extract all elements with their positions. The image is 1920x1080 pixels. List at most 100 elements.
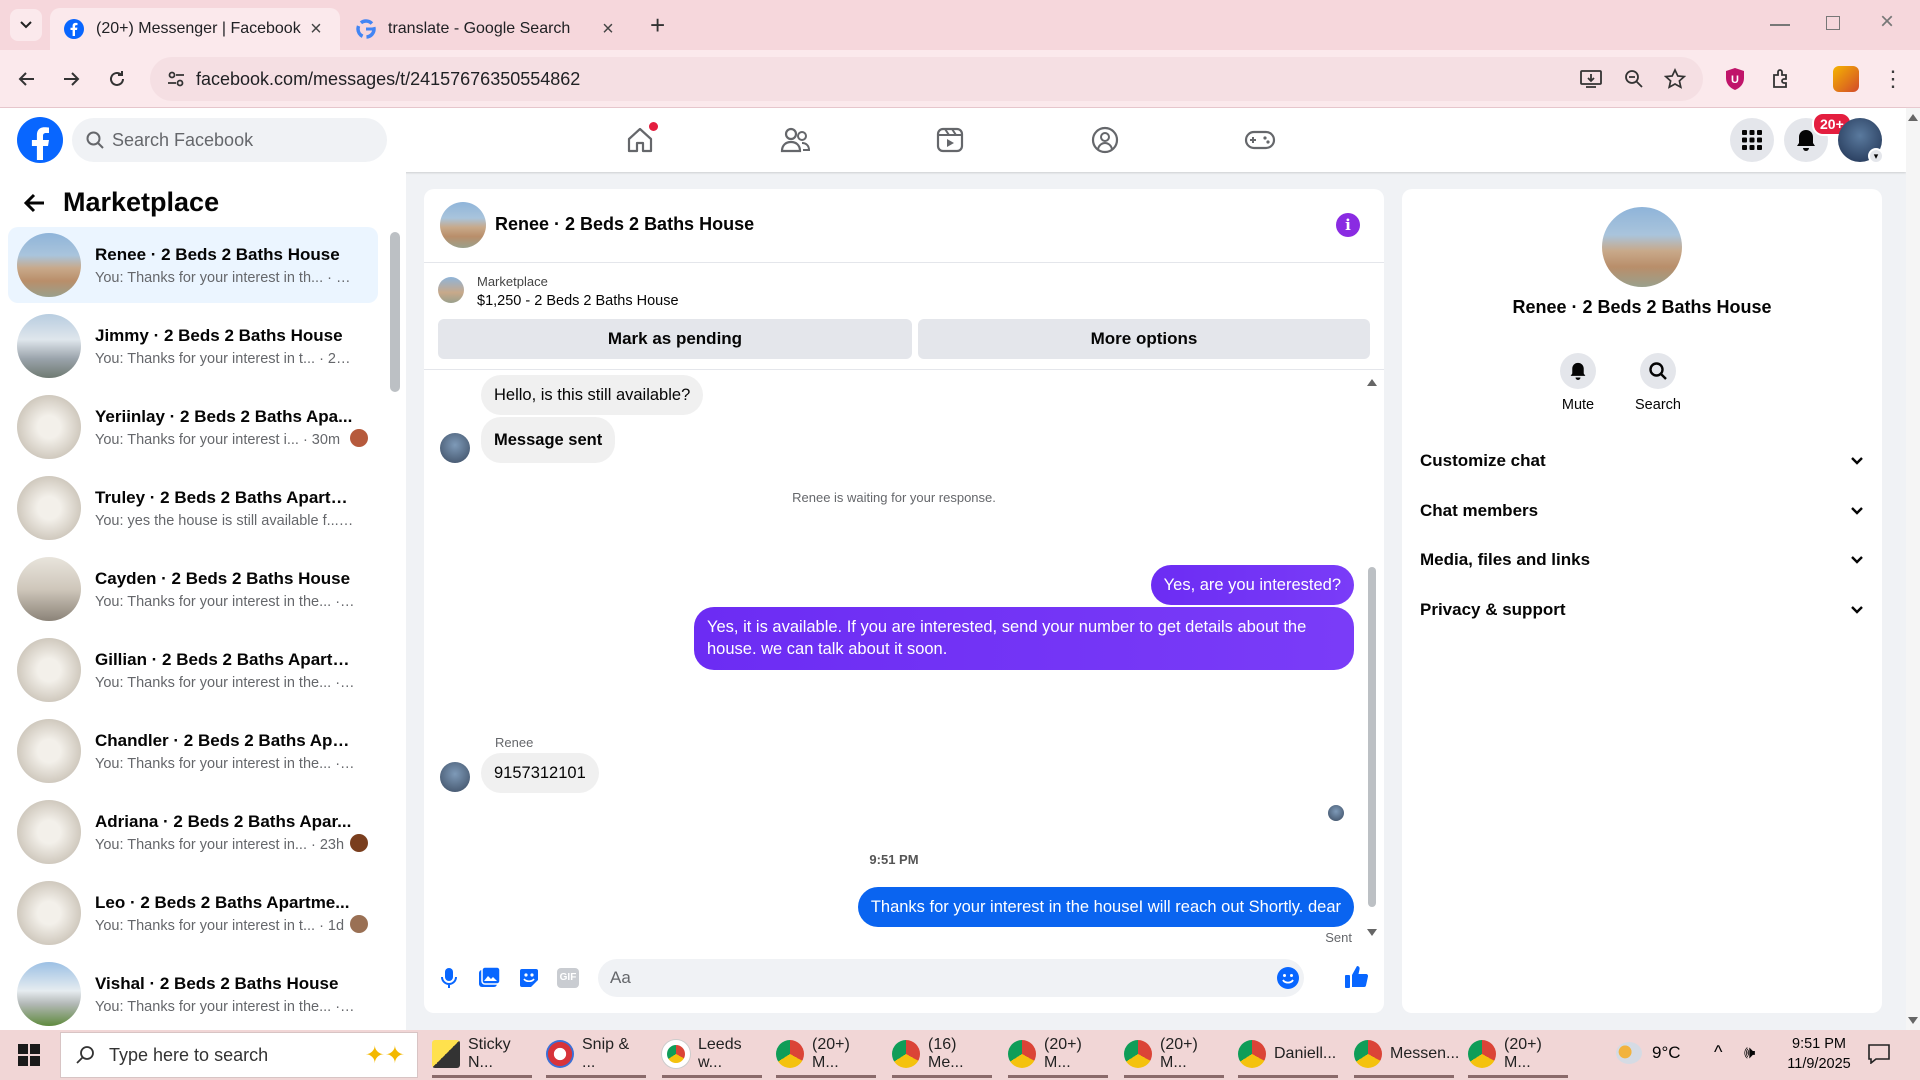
mark-as-pending-button[interactable]: Mark as pending bbox=[438, 319, 912, 359]
nav-home[interactable] bbox=[620, 120, 660, 160]
emoji-button[interactable] bbox=[1276, 966, 1300, 990]
sender-name: Renee bbox=[495, 735, 534, 750]
taskbar-app[interactable]: Messen... bbox=[1354, 1032, 1459, 1078]
chat-title[interactable]: Renee · 2 Beds 2 Baths House bbox=[495, 214, 754, 235]
conversation-item[interactable]: Renee · 2 Beds 2 Baths House You: Thanks … bbox=[8, 227, 378, 303]
menu-grid-button[interactable] bbox=[1730, 118, 1774, 162]
browser-tab-messenger[interactable]: (20+) Messenger | Facebook × bbox=[50, 8, 340, 50]
browser-tab-google[interactable]: translate - Google Search × bbox=[342, 8, 632, 50]
new-tab-button[interactable]: + bbox=[650, 10, 665, 41]
conversation-item[interactable]: Leo · 2 Beds 2 Baths Apartme... You: Than… bbox=[8, 875, 378, 951]
section-media-files-links[interactable]: Media, files and links bbox=[1420, 550, 1864, 570]
arrow-right-icon bbox=[64, 72, 80, 86]
minimize-window-button[interactable] bbox=[1770, 24, 1790, 26]
taskbar-app[interactable]: (20+) M... bbox=[1468, 1032, 1568, 1078]
chat-scrollbar[interactable] bbox=[1368, 567, 1376, 907]
friends-icon bbox=[780, 127, 811, 153]
section-customize-chat[interactable]: Customize chat bbox=[1420, 451, 1864, 471]
taskbar-app[interactable]: Snip & ... bbox=[546, 1032, 646, 1078]
conversation-item[interactable]: Chandler · 2 Beds 2 Baths Apart... You: T… bbox=[8, 713, 378, 789]
voice-clip-button[interactable] bbox=[438, 966, 460, 990]
clock-date: 11/9/2025 bbox=[1787, 1056, 1851, 1072]
taskbar-app[interactable]: Leeds w... bbox=[662, 1032, 762, 1078]
nav-video[interactable] bbox=[930, 120, 970, 160]
chat-avatar[interactable] bbox=[440, 202, 486, 248]
close-tab-icon[interactable]: × bbox=[306, 18, 326, 41]
message-bubble[interactable]: Hello, is this still available? bbox=[481, 375, 704, 415]
conversation-item[interactable]: Yeriinlay · 2 Beds 2 Baths Apa... You: Th… bbox=[8, 389, 378, 465]
conversation-item[interactable]: Vishal · 2 Beds 2 Baths House You: Thanks… bbox=[8, 956, 378, 1032]
close-tab-icon[interactable]: × bbox=[598, 18, 618, 41]
profile-photo[interactable] bbox=[1602, 207, 1682, 287]
taskbar-app[interactable]: Daniell... bbox=[1238, 1032, 1338, 1078]
message-input[interactable]: Aa bbox=[598, 959, 1304, 997]
back-button[interactable] bbox=[22, 190, 48, 216]
conversation-item[interactable]: Cayden · 2 Beds 2 Baths House You: Thanks… bbox=[8, 551, 378, 627]
conversation-item[interactable]: Adriana · 2 Beds 2 Baths Apar... You: Tha… bbox=[8, 794, 378, 870]
search-in-conversation-button[interactable] bbox=[1640, 353, 1676, 389]
zoom-icon[interactable] bbox=[1624, 69, 1644, 89]
section-chat-members[interactable]: Chat members bbox=[1420, 501, 1864, 521]
taskbar-app-label: (20+) M... bbox=[1044, 1035, 1082, 1071]
browser-menu-button[interactable]: ⋮ bbox=[1878, 64, 1908, 94]
conversation-item[interactable]: Jimmy · 2 Beds 2 Baths House You: Thanks … bbox=[8, 308, 378, 384]
facebook-icon bbox=[64, 19, 84, 39]
scroll-up-arrow[interactable] bbox=[1908, 114, 1918, 121]
account-avatar-button[interactable]: ▾ bbox=[1838, 118, 1884, 164]
restore-window-button[interactable] bbox=[1826, 16, 1840, 30]
tray-overflow-button[interactable]: ^ bbox=[1714, 1042, 1722, 1063]
gif-button[interactable]: GIF bbox=[557, 968, 579, 988]
forward-button[interactable] bbox=[56, 64, 86, 94]
scroll-down-arrow[interactable] bbox=[1367, 929, 1377, 936]
extensions-button[interactable] bbox=[1766, 64, 1796, 94]
taskbar-app[interactable]: (16) Me... bbox=[892, 1032, 992, 1078]
message-bubble[interactable]: Yes, are you interested? bbox=[1150, 565, 1354, 605]
install-app-icon[interactable] bbox=[1580, 69, 1602, 89]
taskbar-search-box[interactable]: Type here to search ✦✦ bbox=[60, 1032, 418, 1078]
facebook-search-input[interactable]: Search Facebook bbox=[72, 118, 387, 162]
taskbar-app[interactable]: (20+) M... bbox=[776, 1032, 876, 1078]
taskbar-app[interactable]: (20+) M... bbox=[1124, 1032, 1224, 1078]
ublock-extension-icon[interactable]: U bbox=[1720, 64, 1750, 94]
close-window-button[interactable]: × bbox=[1880, 8, 1894, 36]
nav-groups[interactable] bbox=[1085, 120, 1125, 160]
sticker-button[interactable] bbox=[517, 966, 541, 990]
start-button[interactable] bbox=[18, 1044, 40, 1066]
bookmark-star-icon[interactable] bbox=[1664, 68, 1686, 90]
taskbar-app-label: Daniell... bbox=[1274, 1044, 1337, 1062]
message-bubble[interactable]: Message sent bbox=[481, 417, 616, 463]
conversation-item[interactable]: Truley · 2 Beds 2 Baths Apartme... You: y… bbox=[8, 470, 378, 546]
back-button[interactable] bbox=[12, 64, 42, 94]
taskbar-app-label: Snip & ... bbox=[582, 1035, 630, 1071]
tab-search-button[interactable] bbox=[10, 9, 42, 41]
listing-thumbnail bbox=[438, 277, 464, 303]
nav-friends[interactable] bbox=[775, 120, 815, 160]
taskbar-app[interactable]: Sticky N... bbox=[432, 1032, 532, 1078]
profile-avatar-button[interactable] bbox=[1831, 64, 1861, 94]
facebook-logo-icon[interactable] bbox=[16, 116, 64, 164]
more-options-button[interactable]: More options bbox=[918, 319, 1370, 359]
reload-button[interactable] bbox=[102, 64, 132, 94]
conversation-item[interactable]: Gillian · 2 Beds 2 Baths Apartme... You: … bbox=[8, 632, 378, 708]
notifications-center-button[interactable] bbox=[1868, 1044, 1890, 1064]
clock[interactable]: 9:51 PM 11/9/2025 bbox=[1774, 1034, 1864, 1074]
listing-detail[interactable]: $1,250 - 2 Beds 2 Baths House bbox=[477, 293, 679, 309]
scroll-up-arrow[interactable] bbox=[1367, 379, 1377, 386]
taskbar-app[interactable]: (20+) M... bbox=[1008, 1032, 1108, 1078]
site-info-icon[interactable] bbox=[166, 69, 186, 89]
scroll-down-arrow[interactable] bbox=[1908, 1017, 1918, 1024]
weather-widget[interactable]: 9°C bbox=[1616, 1042, 1681, 1064]
message-bubble[interactable]: Yes, it is available. If you are interes… bbox=[694, 607, 1354, 670]
nav-gaming[interactable] bbox=[1240, 120, 1280, 160]
section-privacy-support[interactable]: Privacy & support bbox=[1420, 600, 1864, 620]
address-bar[interactable]: facebook.com/messages/t/2415767635055486… bbox=[150, 57, 1703, 101]
mute-button[interactable] bbox=[1560, 353, 1596, 389]
conversation-info-button[interactable]: i bbox=[1336, 213, 1360, 237]
message-bubble[interactable]: 9157312101 bbox=[481, 753, 599, 793]
send-like-button[interactable] bbox=[1344, 964, 1370, 990]
message-bubble[interactable]: Thanks for your interest in the houseI w… bbox=[857, 887, 1354, 927]
volume-icon[interactable]: 🕪 bbox=[1744, 1042, 1755, 1063]
attach-photo-button[interactable] bbox=[477, 966, 501, 990]
conversation-list-scrollbar[interactable] bbox=[390, 232, 400, 392]
page-scrollbar[interactable] bbox=[1906, 108, 1920, 1030]
